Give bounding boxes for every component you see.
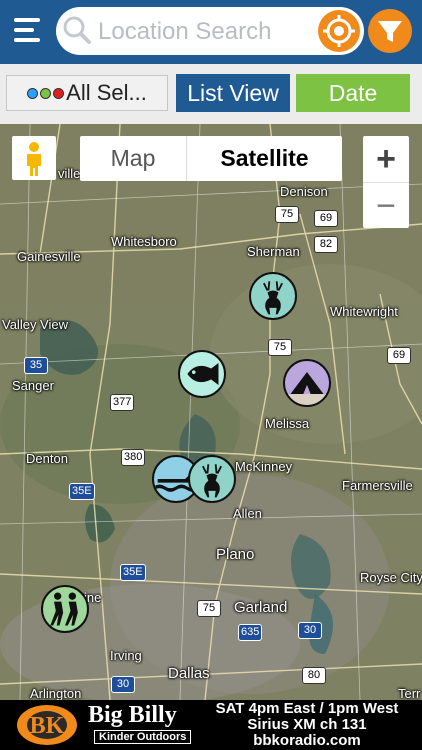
date-button[interactable]: Date: [296, 74, 410, 112]
route-shield: 75: [275, 206, 299, 223]
category-select-label: All Sel...: [66, 80, 147, 105]
map-label: Arlington: [30, 686, 82, 700]
my-location-button[interactable]: [318, 10, 360, 52]
route-shield: 80: [302, 667, 326, 684]
filter-button[interactable]: [368, 9, 412, 53]
big-billy-logo: BK: [17, 705, 77, 745]
app-header: [0, 0, 422, 64]
camping-marker[interactable]: [283, 359, 331, 407]
route-shield: 75: [197, 600, 221, 617]
route-shield: 635: [238, 624, 263, 641]
toolbar: All Sel... List View Date: [0, 64, 422, 124]
menu-icon[interactable]: [14, 18, 44, 44]
pegman-icon: [27, 142, 41, 176]
map-label: Sanger: [12, 378, 54, 393]
search-icon: [63, 16, 91, 44]
category-color-dots: [27, 87, 65, 99]
route-shield: 69: [314, 210, 338, 227]
svg-text:BK: BK: [30, 713, 65, 739]
map-label: ville: [58, 166, 81, 181]
tent-icon: [285, 372, 329, 405]
route-shield: 69: [387, 347, 411, 364]
zoom-control: + −: [363, 136, 409, 228]
fishing-marker[interactable]: [178, 350, 226, 398]
category-select-button[interactable]: All Sel...: [6, 75, 168, 111]
map-label: Royse City: [360, 570, 422, 585]
map-label: Denton: [26, 451, 68, 466]
blue-dot-icon: [27, 87, 39, 99]
map-label: Terr: [398, 686, 421, 700]
my-location-icon: [323, 15, 355, 47]
route-shield: 380: [121, 449, 146, 466]
hiking-marker[interactable]: [41, 585, 89, 633]
banner-line: SAT 4pm East / 1pm West: [215, 700, 399, 717]
banner-brand: Big Billy: [88, 702, 177, 728]
banner-line: bbkoradio.com: [253, 732, 361, 749]
street-view-pegman[interactable]: [12, 136, 56, 180]
map-label: Garland: [234, 599, 288, 616]
map-label: Gainesville: [17, 249, 81, 264]
zoom-in-button[interactable]: +: [363, 136, 409, 182]
map-type-control: Map Satellite: [80, 136, 342, 181]
map-label: Dallas: [168, 665, 210, 682]
map-label: Sherman: [247, 244, 300, 259]
red-dot-icon: [53, 87, 65, 99]
map-label: Valley View: [2, 317, 68, 332]
green-dot-icon: [40, 87, 52, 99]
hikers-icon: [50, 592, 78, 626]
route-shield: 75: [268, 339, 292, 356]
map-label: Denison: [280, 184, 328, 199]
filter-icon: [378, 21, 402, 42]
zoom-out-button[interactable]: −: [363, 182, 409, 229]
map-label: McKinney: [235, 459, 293, 474]
map-label: Plano: [216, 546, 255, 563]
route-shield: 30: [111, 676, 135, 693]
map-type-map-button[interactable]: Map: [80, 136, 187, 181]
location-search-bar: [56, 7, 364, 55]
banner-line: Sirius XM ch 131: [247, 716, 367, 733]
hunting-marker[interactable]: [188, 455, 236, 503]
map-label: Melissa: [265, 416, 310, 431]
map-label: Farmersville: [342, 478, 413, 493]
route-shield: 30: [298, 622, 322, 639]
map-label: Irving: [110, 648, 142, 663]
map-label: Allen: [233, 506, 262, 521]
deer-icon: [263, 281, 283, 315]
route-shield: 35: [24, 357, 48, 374]
hunting-marker[interactable]: [249, 272, 297, 320]
map-view[interactable]: ville Denison Whitesboro Gainesville She…: [0, 124, 422, 700]
location-search-input[interactable]: [96, 13, 310, 51]
ad-banner[interactable]: BK Big Billy Kinder Outdoors SAT 4pm Eas…: [0, 700, 422, 750]
deer-icon: [202, 464, 222, 498]
fish-icon: [187, 363, 219, 385]
list-view-button[interactable]: List View: [176, 74, 290, 112]
route-shield: 35E: [120, 564, 146, 581]
banner-brand-sub: Kinder Outdoors: [94, 730, 192, 744]
route-shield: 35E: [69, 483, 95, 500]
route-shield: 82: [314, 236, 338, 253]
map-type-satellite-button[interactable]: Satellite: [187, 136, 342, 181]
map-label: Whitesboro: [111, 234, 177, 249]
map-label: Whitewright: [330, 304, 398, 319]
route-shield: 377: [110, 394, 135, 411]
